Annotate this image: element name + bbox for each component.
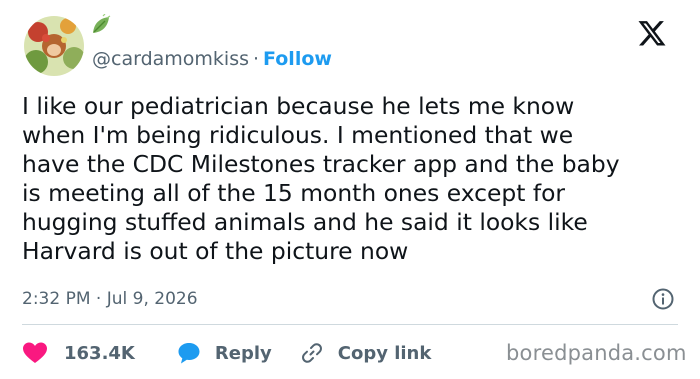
follow-button[interactable]: Follow bbox=[263, 48, 332, 70]
avatar-illustration bbox=[24, 16, 84, 76]
tweet-text-line: Harvard is out of the picture now bbox=[22, 237, 409, 265]
tweet-text-line: is meeting all of the 15 month ones exce… bbox=[22, 179, 566, 207]
separator-dot: · bbox=[253, 48, 260, 70]
reply-label: Reply bbox=[214, 342, 272, 364]
leaf-emoji-icon bbox=[93, 14, 111, 33]
tweet-text-line: hugging stuffed animals and he said it l… bbox=[22, 208, 588, 236]
like-button[interactable]: 163.4K bbox=[22, 341, 135, 365]
divider bbox=[22, 324, 678, 325]
like-count: 163.4K bbox=[64, 342, 135, 364]
x-logo-icon[interactable] bbox=[637, 18, 667, 48]
action-bar: 163.4K Reply Copy link bbox=[22, 338, 431, 368]
tweet-text: I like our pediatrician because he lets … bbox=[22, 92, 682, 266]
speech-bubble-icon bbox=[178, 343, 200, 364]
tweet-timestamp[interactable]: 2:32 PM · Jul 9, 2026 bbox=[22, 287, 198, 311]
tweet-text-line: have the CDC Milestones tracker app and … bbox=[22, 150, 620, 178]
tweet-text-line: I like our pediatrician because he lets … bbox=[22, 92, 575, 120]
author-handle[interactable]: @cardamomkiss bbox=[92, 48, 249, 70]
info-icon[interactable] bbox=[651, 287, 675, 311]
copy-link-button[interactable]: Copy link bbox=[300, 341, 432, 365]
author-row: @cardamomkiss · Follow bbox=[92, 47, 332, 71]
tweet-text-line: when I'm being ridiculous. I mentioned t… bbox=[22, 121, 574, 149]
link-icon bbox=[301, 343, 322, 363]
tweet-card: @cardamomkiss · Follow I like our pediatri… bbox=[0, 0, 700, 379]
heart-icon bbox=[23, 342, 47, 363]
reply-button[interactable]: Reply bbox=[177, 341, 272, 365]
copy-link-label: Copy link bbox=[337, 342, 432, 364]
watermark: boredpanda.com bbox=[506, 341, 687, 365]
avatar[interactable] bbox=[24, 16, 84, 76]
